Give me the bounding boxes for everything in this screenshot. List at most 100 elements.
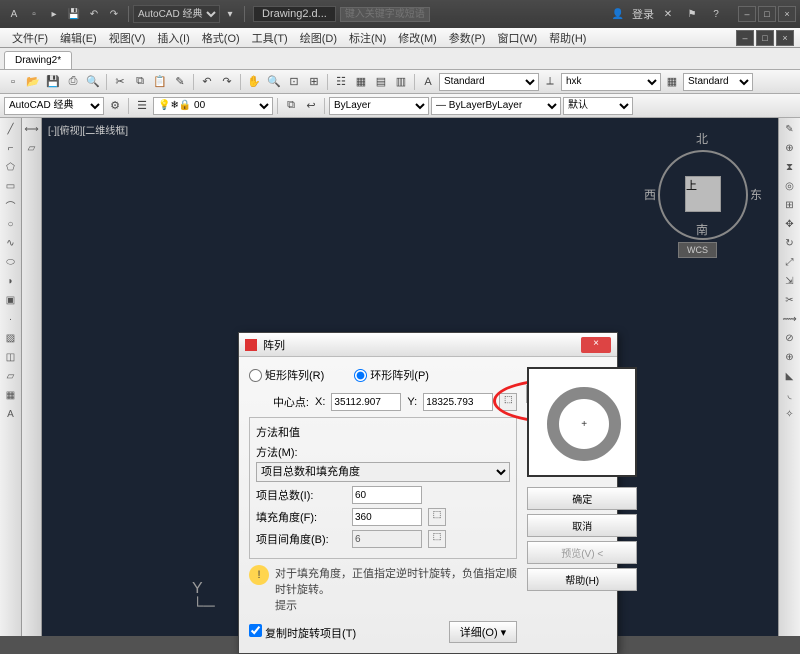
rect-icon[interactable]: ▭ [2,177,20,195]
layer-combo[interactable]: 💡❄🔒 00 [153,97,273,115]
new-icon[interactable]: ▫ [26,6,42,22]
polygon-icon[interactable]: ⬠ [2,158,20,176]
explode-icon[interactable]: ✧ [781,405,799,423]
pick-center-button[interactable]: ⬚ [499,393,517,411]
menu-dim[interactable]: 标注(N) [343,28,392,48]
maximize-button[interactable]: □ [758,6,776,22]
tp-btn[interactable]: ▤ [372,73,390,91]
print-btn[interactable]: ⎙ [64,73,82,91]
pick-between-button[interactable]: ⬚ [428,530,446,548]
new-btn[interactable]: ▫ [4,73,22,91]
ellipse-icon[interactable]: ⬭ [2,253,20,271]
item-count-input[interactable] [352,486,422,504]
scale-icon[interactable]: ⤢ [781,253,799,271]
tablestyle-icon[interactable]: ▦ [663,73,681,91]
redo-icon[interactable]: ↷ [106,6,122,22]
rotate-items-checkbox[interactable]: 复制时旋转项目(T) [249,624,356,641]
extend-icon[interactable]: ⟿ [781,310,799,328]
workspace-combo[interactable]: AutoCAD 经典 [133,5,220,23]
spline-icon[interactable]: ∿ [2,234,20,252]
doc-max-button[interactable]: □ [756,30,774,46]
menu-draw[interactable]: 绘图(D) [294,28,343,48]
method-combo[interactable]: 项目总数和填充角度 [256,462,510,482]
center-x-input[interactable] [331,393,401,411]
viewport-label[interactable]: [-][俯视][二维线框] [48,122,128,137]
layer-iso-btn[interactable]: ⧉ [282,97,300,115]
user-icon[interactable]: 👤 [610,6,626,22]
table-icon[interactable]: ▦ [2,386,20,404]
favorite-icon[interactable]: ⚑ [684,6,700,22]
point-icon[interactable]: · [2,310,20,328]
wcs-label[interactable]: WCS [678,242,717,258]
open-icon[interactable]: ▸ [46,6,62,22]
area-icon[interactable]: ▱ [23,139,41,157]
rect-array-radio[interactable]: 矩形阵列(R) [249,367,324,383]
zoom-btn[interactable]: 🔍 [265,73,283,91]
offset-icon[interactable]: ◎ [781,177,799,195]
mtext-icon[interactable]: A [2,405,20,423]
pan-btn[interactable]: ✋ [245,73,263,91]
block-icon[interactable]: ▣ [2,291,20,309]
layer-prev-btn[interactable]: ↩ [302,97,320,115]
between-angle-input[interactable] [352,530,422,548]
exchange-icon[interactable]: ✕ [660,6,676,22]
pline-icon[interactable]: ⌐ [2,139,20,157]
ws-btn[interactable]: ⚙ [106,97,124,115]
menu-help[interactable]: 帮助(H) [543,28,592,48]
redo-btn[interactable]: ↷ [218,73,236,91]
earc-icon[interactable]: ◗ [2,272,20,290]
chamfer-icon[interactable]: ◣ [781,367,799,385]
textstyle-icon[interactable]: A [419,73,437,91]
menu-tools[interactable]: 工具(T) [246,28,294,48]
open-btn[interactable]: 📂 [24,73,42,91]
layer-btn[interactable]: ☰ [133,97,151,115]
preview-btn[interactable]: 🔍 [84,73,102,91]
help-button[interactable]: 帮助(H) [527,568,637,591]
lweight-combo[interactable]: 默认 [563,97,633,115]
login-link[interactable]: 登录 [632,6,654,22]
polar-array-radio[interactable]: 环形阵列(P) [354,367,429,383]
undo-icon[interactable]: ↶ [86,6,102,22]
match-btn[interactable]: ✎ [171,73,189,91]
menu-edit[interactable]: 编辑(E) [54,28,103,48]
dimstyle-combo[interactable]: hxk [561,73,661,91]
viewcube-top[interactable]: 上 [685,176,721,212]
tab-drawing[interactable]: Drawing2* [4,51,72,69]
menu-window[interactable]: 窗口(W) [491,28,543,48]
ok-button[interactable]: 确定 [527,487,637,510]
menu-insert[interactable]: 插入(I) [151,28,195,48]
rotate-icon[interactable]: ↻ [781,234,799,252]
join-icon[interactable]: ⊕ [781,348,799,366]
copy-btn[interactable]: ⧉ [131,73,149,91]
region-icon[interactable]: ▱ [2,367,20,385]
cut-btn[interactable]: ✂ [111,73,129,91]
paste-btn[interactable]: 📋 [151,73,169,91]
tablestyle-combo[interactable]: Standard [683,73,753,91]
undo-btn[interactable]: ↶ [198,73,216,91]
ws-arrow-icon[interactable]: ▾ [222,6,238,22]
dist-icon[interactable]: ⟷ [23,120,41,138]
zoomw-btn[interactable]: ⊡ [285,73,303,91]
center-y-input[interactable] [423,393,493,411]
move-icon[interactable]: ✥ [781,215,799,233]
menu-format[interactable]: 格式(O) [196,28,246,48]
menu-param[interactable]: 参数(P) [443,28,492,48]
search-input[interactable] [340,7,430,22]
grad-icon[interactable]: ◫ [2,348,20,366]
help-icon[interactable]: ? [708,6,724,22]
zoome-btn[interactable]: ⊞ [305,73,323,91]
stretch-icon[interactable]: ⇲ [781,272,799,290]
dc-btn[interactable]: ▦ [352,73,370,91]
viewcube[interactable]: 北 西 东 南 上 WCS [648,128,758,258]
textstyle-combo[interactable]: Standard [439,73,539,91]
save-icon[interactable]: 💾 [66,6,82,22]
menu-file[interactable]: 文件(F) [6,28,54,48]
close-button[interactable]: × [778,6,796,22]
more-button[interactable]: 详细(O) ▾ [449,621,517,643]
copy2-icon[interactable]: ⊕ [781,139,799,157]
cancel-button[interactable]: 取消 [527,514,637,537]
ssm-btn[interactable]: ▥ [392,73,410,91]
doc-min-button[interactable]: – [736,30,754,46]
circle-icon[interactable]: ○ [2,215,20,233]
line-icon[interactable]: ╱ [2,120,20,138]
